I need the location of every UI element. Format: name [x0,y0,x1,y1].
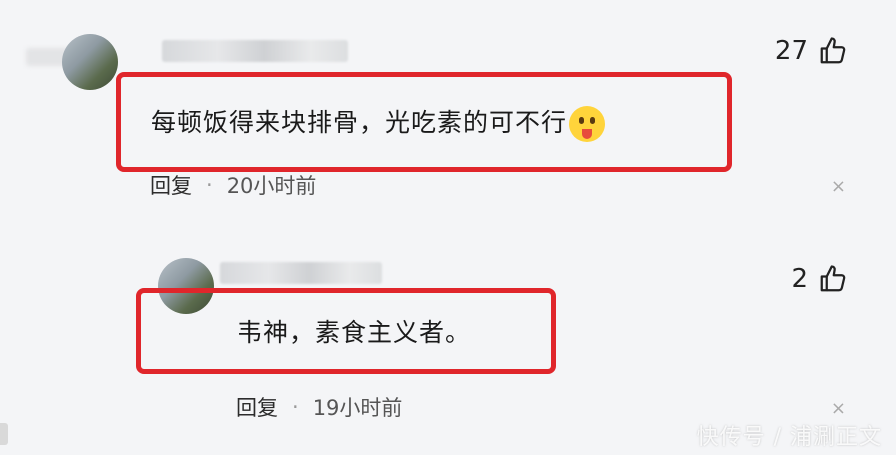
blurred-username[interactable] [220,262,382,284]
avatar[interactable] [62,34,118,90]
close-icon[interactable]: × [831,176,846,197]
like-count: 2 [791,264,808,294]
edge-marker [0,423,8,445]
timestamp: 20小时前 [226,174,317,198]
comment-meta: 回复 · 19小时前 [236,392,402,422]
like-button[interactable]: 27 [775,36,848,66]
separator-dot: · [292,395,299,419]
comment-highlight-box: 每顿饭得来块排骨，光吃素的可不行 [116,72,732,172]
comment-meta: 回复 · 20小时前 [150,170,316,200]
blurred-username[interactable] [162,40,348,62]
timestamp: 19小时前 [312,396,403,420]
like-button[interactable]: 2 [791,264,848,294]
separator-dot: · [206,173,213,197]
comment-text: 韦神，素食主义者。 [237,318,472,347]
reply-button[interactable]: 回复 [236,392,278,422]
watermark: 快传号 / 浦涮正文 [696,425,882,450]
reply-button[interactable]: 回复 [150,170,192,200]
tongue-out-emoji-icon [569,105,606,142]
like-count: 27 [774,36,808,66]
comment-text: 每顿饭得来块排骨，光吃素的可不行 [121,103,606,142]
comment-item: 27 每顿饭得来块排骨，光吃素的可不行 回复 · 20小时前 × [0,0,896,240]
comment-highlight-box: 韦神，素食主义者。 [136,288,556,374]
close-icon[interactable]: × [831,398,846,419]
thumbs-up-icon [820,265,846,292]
thumbs-up-icon [820,37,846,64]
